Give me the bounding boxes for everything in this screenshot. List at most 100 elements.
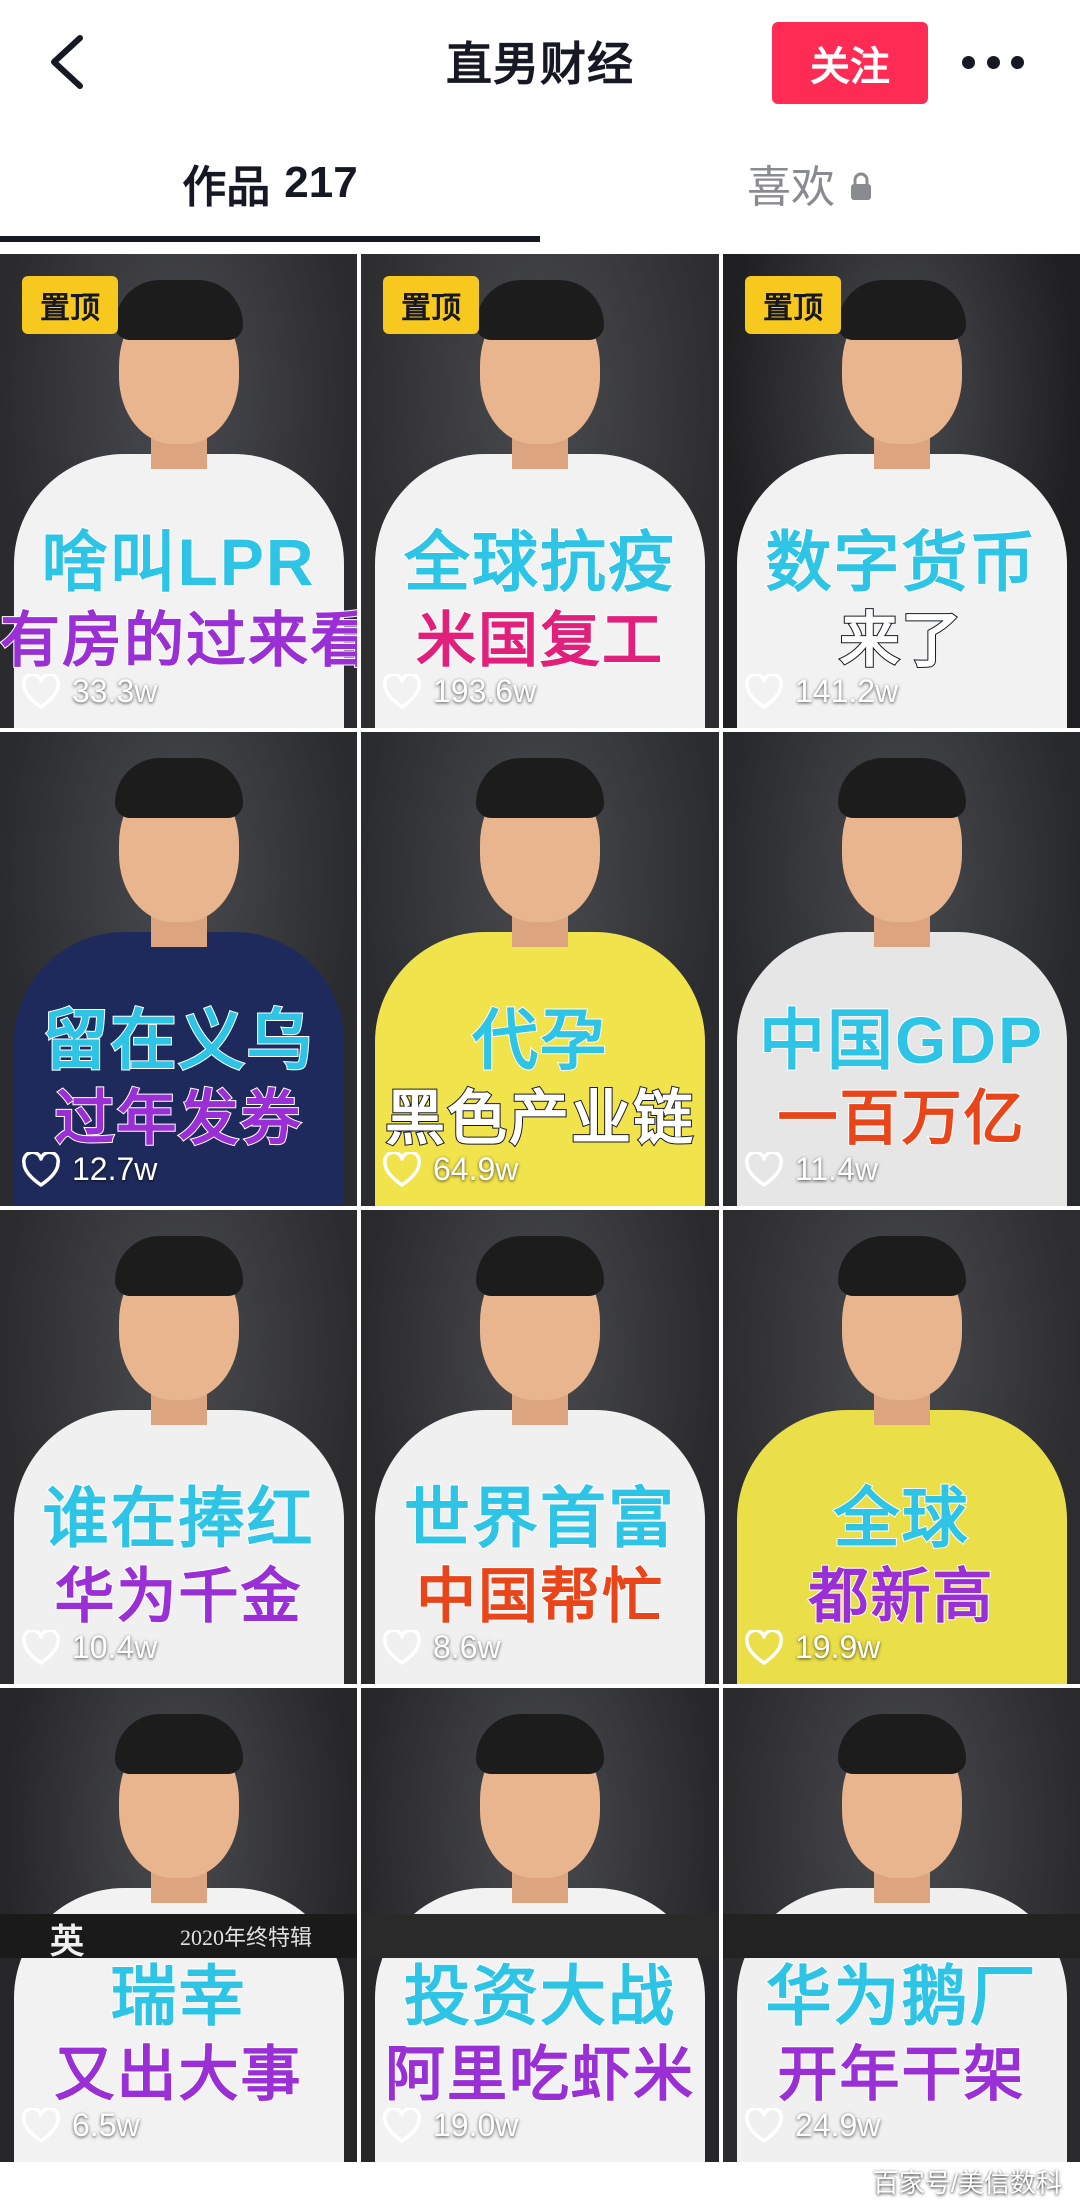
- video-thumbnail-partial[interactable]: [361, 1914, 719, 1958]
- like-count: 19.0w: [383, 2107, 518, 2144]
- heart-icon: [383, 1629, 421, 1665]
- thumbnail-figure-hair: [476, 1714, 604, 1774]
- more-horizontal-icon: [962, 55, 975, 69]
- like-count: 10.4w: [22, 1629, 157, 1666]
- like-count: 141.2w: [745, 673, 898, 710]
- heart-icon: [383, 673, 421, 709]
- caption-line-2: 又出大事: [54, 2040, 303, 2109]
- video-thumbnail[interactable]: 留在义乌 过年发券 12.7w: [0, 732, 357, 1206]
- like-count: 193.6w: [383, 673, 536, 710]
- like-count: 33.3w: [22, 673, 157, 710]
- like-count-value: 193.6w: [433, 673, 537, 709]
- partial-logo: 英: [50, 1924, 84, 1958]
- caption-line-2: 中国帮忙: [415, 1562, 664, 1631]
- thumbnail-figure-hair: [114, 758, 243, 818]
- back-button[interactable]: [40, 30, 96, 94]
- follow-button[interactable]: 关注: [772, 22, 928, 104]
- video-thumbnail[interactable]: 谁在捧红 华为千金 10.4w: [0, 1210, 357, 1684]
- heart-icon: [383, 2107, 421, 2143]
- thumbnail-figure-hair: [837, 1714, 966, 1774]
- tab-works[interactable]: 作品 217: [0, 128, 540, 238]
- like-count-value: 19.0w: [433, 2107, 519, 2143]
- like-count-value: 12.7w: [72, 1151, 158, 1187]
- tab-likes-label: 喜欢: [747, 163, 835, 212]
- heart-icon: [22, 2107, 60, 2143]
- thumbnail-figure-hair: [114, 280, 243, 340]
- video-thumbnail-partial[interactable]: [723, 1914, 1080, 1958]
- partial-caption: 2020年终特辑: [180, 1925, 313, 1950]
- like-count-value: 141.2w: [795, 673, 899, 709]
- caption-line-2: 都新高: [808, 1562, 995, 1631]
- caption-line-2: 黑色产业链: [384, 1084, 695, 1153]
- caption-line-1: 啥叫LPR: [41, 524, 316, 600]
- tab-works-count: 217: [284, 158, 358, 207]
- like-count: 64.9w: [383, 1151, 518, 1188]
- like-count-value: 33.3w: [72, 673, 158, 709]
- caption-line-1: 数字货币: [765, 524, 1038, 600]
- video-thumbnail[interactable]: 中国GDP 一百万亿 11.4w: [723, 732, 1080, 1206]
- caption-line-2: 米国复工: [415, 606, 664, 675]
- top-bar: 直男财经 关注: [0, 0, 1080, 128]
- more-options-button[interactable]: [962, 42, 1024, 82]
- heart-icon: [22, 1151, 60, 1187]
- watermark: 百家号/美信数科: [872, 2168, 1062, 2198]
- caption-line-2: 来了: [839, 606, 964, 675]
- caption-line-2: 有房的过来看: [0, 606, 357, 675]
- tab-works-label: 作品: [182, 163, 271, 212]
- thumbnail-figure-hair: [837, 1236, 966, 1296]
- video-thumbnail-partial[interactable]: 英 2020年终特辑: [0, 1914, 357, 1958]
- like-count-value: 24.9w: [795, 2107, 881, 2143]
- like-count-value: 19.9w: [795, 1629, 881, 1665]
- like-count: 12.7w: [22, 1151, 157, 1188]
- thumbnail-figure-hair: [476, 1236, 604, 1296]
- like-count-value: 8.6w: [433, 1629, 501, 1665]
- like-count-value: 6.5w: [72, 2107, 140, 2143]
- video-thumbnail[interactable]: 全球 都新高 19.9w: [723, 1210, 1080, 1684]
- caption-line-1: 全球抗疫: [403, 524, 676, 600]
- thumbnail-figure-hair: [476, 758, 604, 818]
- caption-line-1: 中国GDP: [758, 1002, 1045, 1078]
- heart-icon: [22, 673, 60, 709]
- video-thumbnail[interactable]: 世界首富 中国帮忙 8.6w: [361, 1210, 719, 1684]
- tab-likes[interactable]: 喜欢: [540, 128, 1080, 238]
- heart-icon: [745, 1151, 783, 1187]
- like-count: 6.5w: [22, 2107, 140, 2144]
- like-count-value: 11.4w: [795, 1151, 879, 1187]
- caption-line-2: 过年发券: [54, 1084, 303, 1153]
- heart-icon: [745, 673, 783, 709]
- more-dot: [1011, 55, 1024, 69]
- video-thumbnail[interactable]: 置顶数字货币 来了 141.2w: [723, 254, 1080, 728]
- video-thumbnail[interactable]: 置顶啥叫LPR 有房的过来看 33.3w: [0, 254, 357, 728]
- pinned-badge: 置顶: [383, 276, 479, 334]
- thumbnail-figure-hair: [837, 280, 966, 340]
- video-thumbnail[interactable]: 代孕 黑色产业链 64.9w: [361, 732, 719, 1206]
- thumbnail-figure-hair: [476, 280, 604, 340]
- caption-line-1: 全球: [833, 1480, 970, 1556]
- heart-icon: [383, 1151, 421, 1187]
- heart-icon: [745, 1629, 783, 1665]
- caption-line-2: 阿里吃虾米: [384, 2040, 695, 2109]
- caption-line-2: 华为千金: [54, 1562, 303, 1631]
- caption-line-1: 世界首富: [403, 1480, 676, 1556]
- thumbnail-figure-hair: [837, 758, 966, 818]
- caption-line-1: 留在义乌: [42, 1002, 315, 1078]
- heart-icon: [22, 1629, 60, 1665]
- thumbnail-figure-hair: [114, 1714, 243, 1774]
- lock-icon: [851, 172, 871, 200]
- profile-tabs: 作品 217 喜欢: [0, 128, 1080, 246]
- pinned-badge: 置顶: [22, 276, 118, 334]
- pinned-badge: 置顶: [745, 276, 841, 334]
- like-count: 11.4w: [745, 1151, 878, 1188]
- video-thumbnail[interactable]: 置顶全球抗疫 米国复工 193.6w: [361, 254, 719, 728]
- caption-line-2: 一百万亿: [777, 1084, 1026, 1153]
- like-count-value: 10.4w: [72, 1629, 158, 1665]
- thumbnail-figure-hair: [114, 1236, 243, 1296]
- like-count: 19.9w: [745, 1629, 880, 1666]
- heart-icon: [745, 2107, 783, 2143]
- like-count-value: 64.9w: [433, 1151, 519, 1187]
- caption-line-1: 谁在捧红: [42, 1480, 315, 1556]
- chevron-left-icon: [51, 35, 83, 89]
- tab-indicator: [0, 236, 540, 242]
- more-dot: [986, 55, 1000, 69]
- like-count: 8.6w: [383, 1629, 501, 1666]
